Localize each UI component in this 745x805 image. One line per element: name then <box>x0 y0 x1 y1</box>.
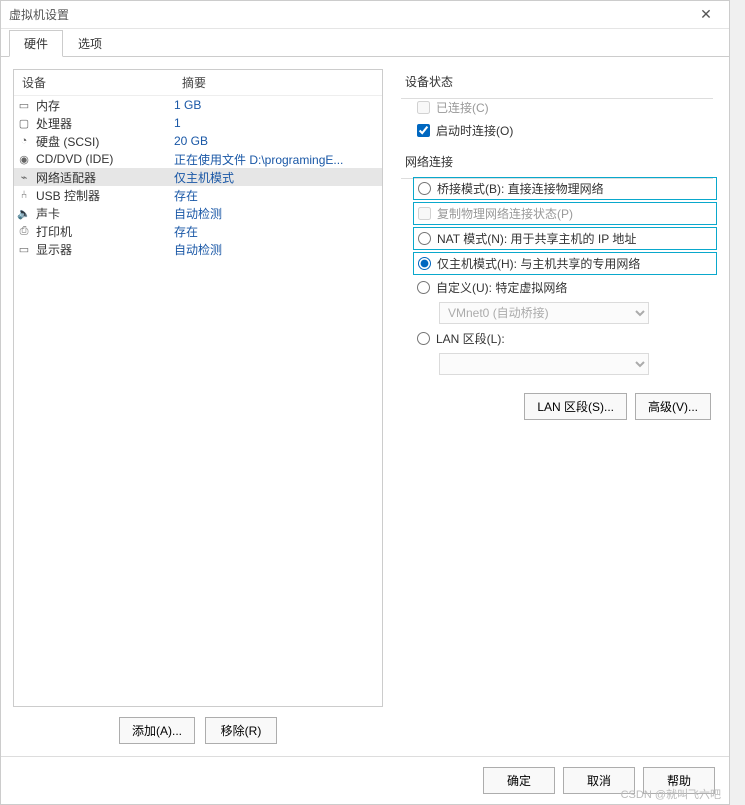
device-status-group: 设备状态 已连接(C) 启动时连接(O) <box>397 73 717 139</box>
device-name: USB 控制器 <box>34 187 174 204</box>
network-connection-group: 网络连接 桥接模式(B): 直接连接物理网络 复制物理网络连接状态(P) <box>397 153 717 375</box>
device-icon: ▭ <box>14 243 34 256</box>
device-summary: 存在 <box>174 223 382 240</box>
device-summary: 1 GB <box>174 98 382 112</box>
bridged-input[interactable] <box>418 182 431 195</box>
col-summary: 摘要 <box>174 70 382 95</box>
tab-options[interactable]: 选项 <box>63 30 117 57</box>
device-row[interactable]: ▭显示器自动检测 <box>14 240 382 258</box>
device-summary: 1 <box>174 116 382 130</box>
replicate-label: 复制物理网络连接状态(P) <box>437 205 573 222</box>
hostonly-input[interactable] <box>418 257 431 270</box>
device-name: 声卡 <box>34 205 174 222</box>
close-icon[interactable]: ✕ <box>691 5 721 25</box>
device-icon: ◔ <box>14 135 34 147</box>
device-row[interactable]: ◉CD/DVD (IDE)正在使用文件 D:\programingE... <box>14 150 382 168</box>
device-list: 设备 摘要 ▭内存1 GB▢处理器1◔硬盘 (SCSI)20 GB◉CD/DVD… <box>13 69 383 707</box>
device-summary: 正在使用文件 D:\programingE... <box>174 151 382 168</box>
lan-segment-select <box>439 353 649 375</box>
nat-input[interactable] <box>418 232 431 245</box>
device-row[interactable]: ▭内存1 GB <box>14 96 382 114</box>
device-name: 内存 <box>34 97 174 114</box>
replicate-input <box>418 207 431 220</box>
lan-segments-button[interactable]: LAN 区段(S)... <box>524 393 627 420</box>
custom-input[interactable] <box>417 281 430 294</box>
group-title-network: 网络连接 <box>401 153 713 170</box>
device-row[interactable]: ⑃USB 控制器存在 <box>14 186 382 204</box>
ok-button[interactable]: 确定 <box>483 767 555 794</box>
device-name: 打印机 <box>34 223 174 240</box>
connect-at-power-label: 启动时连接(O) <box>436 122 513 139</box>
tab-hardware[interactable]: 硬件 <box>9 30 63 57</box>
replicate-row: 复制物理网络连接状态(P) <box>413 202 717 225</box>
device-icon: ⌁ <box>14 171 34 184</box>
device-row[interactable]: ◔硬盘 (SCSI)20 GB <box>14 132 382 150</box>
remove-button[interactable]: 移除(R) <box>205 717 277 744</box>
group-title-status: 设备状态 <box>401 73 713 90</box>
advanced-button[interactable]: 高级(V)... <box>635 393 711 420</box>
vmnet-select: VMnet0 (自动桥接) <box>439 302 649 324</box>
bridged-row: 桥接模式(B): 直接连接物理网络 <box>413 177 717 200</box>
nat-radio[interactable]: NAT 模式(N): 用于共享主机的 IP 地址 <box>413 227 717 250</box>
tab-bar: 硬件 选项 <box>1 29 729 57</box>
lan-segment-radio[interactable]: LAN 区段(L): <box>417 330 713 347</box>
replicate-checkbox: 复制物理网络连接状态(P) <box>418 205 573 222</box>
connected-checkbox[interactable]: 已连接(C) <box>417 99 713 116</box>
connect-at-power-input[interactable] <box>417 124 430 137</box>
device-icon: 🔈 <box>14 207 34 220</box>
device-icon: ◉ <box>14 153 34 166</box>
custom-label: 自定义(U): 特定虚拟网络 <box>436 279 567 296</box>
device-summary: 存在 <box>174 187 382 204</box>
watermark: CSDN @就叫飞六吧 <box>621 786 721 802</box>
window-title: 虚拟机设置 <box>9 6 691 23</box>
col-device: 设备 <box>14 70 174 95</box>
hostonly-radio[interactable]: 仅主机模式(H): 与主机共享的专用网络 <box>413 252 717 275</box>
custom-radio[interactable]: 自定义(U): 特定虚拟网络 <box>417 279 713 296</box>
device-icon: ⑃ <box>14 189 34 201</box>
bridged-radio[interactable]: 桥接模式(B): 直接连接物理网络 <box>418 180 604 197</box>
device-name: 硬盘 (SCSI) <box>34 133 174 150</box>
device-row[interactable]: 🔈声卡自动检测 <box>14 204 382 222</box>
device-summary: 仅主机模式 <box>174 169 382 186</box>
lan-segment-input[interactable] <box>417 332 430 345</box>
hostonly-label: 仅主机模式(H): 与主机共享的专用网络 <box>437 255 640 272</box>
device-row[interactable]: ⎙打印机存在 <box>14 222 382 240</box>
bridged-label: 桥接模式(B): 直接连接物理网络 <box>437 180 604 197</box>
connect-at-power-checkbox[interactable]: 启动时连接(O) <box>417 122 713 139</box>
device-row[interactable]: ⌁网络适配器仅主机模式 <box>14 168 382 186</box>
nat-label: NAT 模式(N): 用于共享主机的 IP 地址 <box>437 230 636 247</box>
device-summary: 自动检测 <box>174 205 382 222</box>
device-icon: ▢ <box>14 117 34 130</box>
connected-label: 已连接(C) <box>436 99 489 116</box>
device-icon: ▭ <box>14 99 34 112</box>
device-name: 显示器 <box>34 241 174 258</box>
device-name: 处理器 <box>34 115 174 132</box>
add-button[interactable]: 添加(A)... <box>119 717 195 744</box>
device-summary: 自动检测 <box>174 241 382 258</box>
device-name: 网络适配器 <box>34 169 174 186</box>
connected-input <box>417 101 430 114</box>
device-icon: ⎙ <box>14 225 34 238</box>
device-summary: 20 GB <box>174 134 382 148</box>
lan-segment-label: LAN 区段(L): <box>436 330 505 347</box>
device-row[interactable]: ▢处理器1 <box>14 114 382 132</box>
device-name: CD/DVD (IDE) <box>34 152 174 166</box>
